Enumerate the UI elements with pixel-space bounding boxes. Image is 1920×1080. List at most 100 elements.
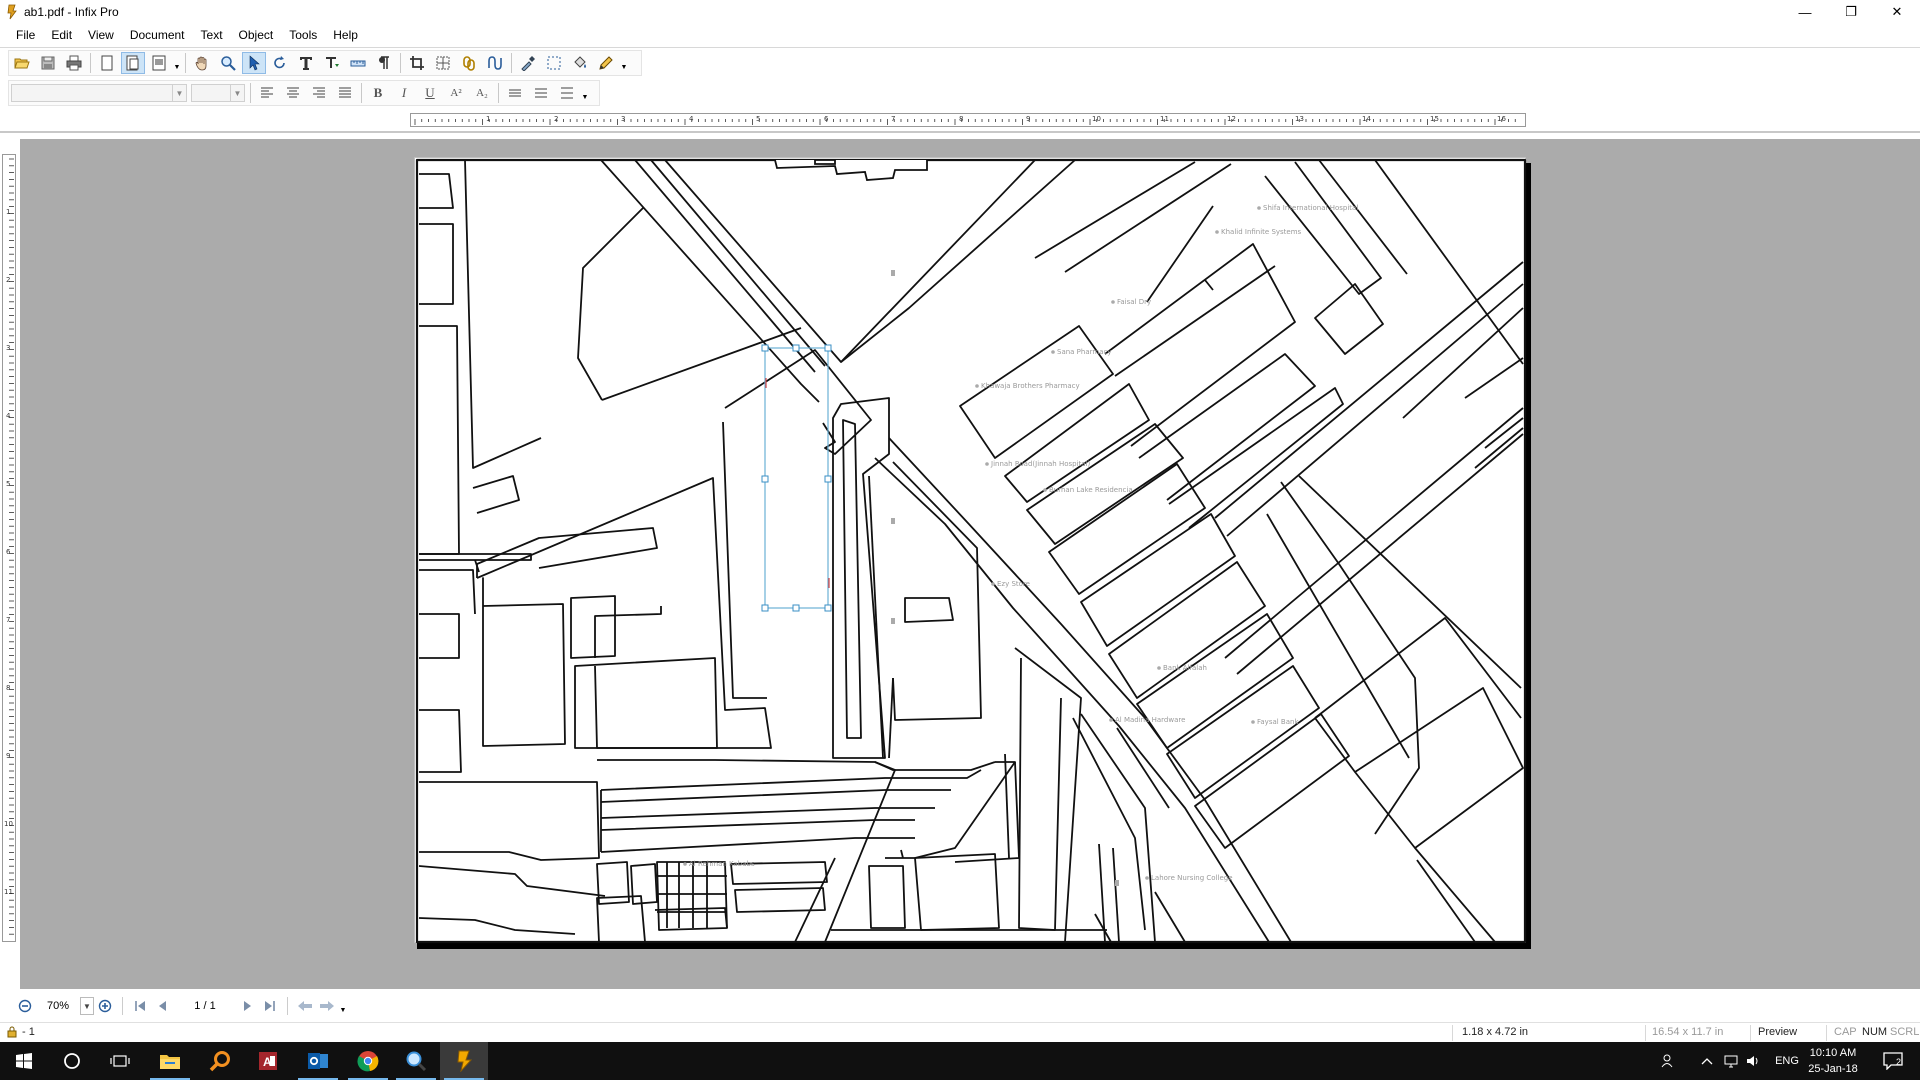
scroll-lock-indicator: SCRL [1890,1026,1920,1038]
menu-text[interactable]: Text [193,24,231,46]
last-page-button[interactable] [259,995,281,1017]
superscript-button[interactable]: A² [444,82,468,104]
map-place-label: Bank Alfalah [1163,664,1207,672]
fill-button[interactable] [568,52,592,74]
menu-bar: File Edit View Document Text Object Tool… [0,24,1920,46]
view-history-dropdown[interactable]: ▼ [338,995,348,1017]
people-icon[interactable] [1656,1054,1682,1068]
menu-object[interactable]: Object [231,24,282,46]
horizontal-ruler: 1 2 3 4 5 6 7 8 9 10 11 12 13 14 15 16 [410,113,1526,127]
measure-button[interactable] [346,52,370,74]
view-mode: Preview [1758,1026,1798,1038]
eyedropper-button[interactable] [516,52,540,74]
search-app[interactable] [196,1042,244,1080]
menu-edit[interactable]: Edit [43,24,80,46]
font-size-select[interactable]: ▼ [191,84,245,102]
zoom-in-button[interactable] [94,995,116,1017]
superscript-icon: A² [450,87,462,99]
bold-button[interactable]: B [366,82,390,104]
network-icon[interactable] [1720,1054,1742,1068]
selection-box [761,344,832,612]
rotate-tool-icon [274,56,285,69]
line-spacing-single-button[interactable] [503,82,527,104]
rotate-tool-button[interactable] [268,52,292,74]
menu-view[interactable]: View [80,24,122,46]
zoom-out-button[interactable] [14,995,36,1017]
status-separator [1826,1025,1827,1041]
paragraph-button[interactable] [372,52,396,74]
cortana-button[interactable] [48,1042,96,1080]
back-view-button[interactable] [294,995,316,1017]
task-view-button[interactable] [96,1042,144,1080]
image-frame-button[interactable] [431,52,455,74]
paragraph-icon [379,56,389,69]
menu-file[interactable]: File [8,24,43,46]
pencil-dropdown[interactable]: ▼ [619,52,629,74]
map-place-label: Burhan Lake Residencia [1049,486,1133,494]
crop-button[interactable] [405,52,429,74]
align-left-button[interactable] [255,82,279,104]
system-clock[interactable]: 10:10 AM 25-Jan-18 [1798,1045,1868,1077]
map-pin-icon [985,462,989,466]
font-name-select[interactable]: ▼ [11,84,187,102]
next-page-button[interactable] [237,995,259,1017]
page-view-dropdown[interactable]: ▼ [172,52,182,74]
facing-pages-button[interactable] [121,52,145,74]
access-icon: A [259,1052,277,1070]
line-spacing-onehalf-button[interactable] [529,82,553,104]
map-pin-icon [1251,720,1255,724]
chrome-app[interactable] [344,1042,392,1080]
show-hidden-icons-icon[interactable] [1694,1057,1720,1065]
zoom-dropdown[interactable]: ▼ [80,997,94,1015]
continuous-pages-button[interactable] [147,52,171,74]
access-app[interactable]: A [244,1042,292,1080]
map-place-label: Al Madina Hardware [1115,716,1185,724]
infix-app[interactable] [440,1042,488,1080]
start-button[interactable] [0,1042,48,1080]
ruler-label: 12 [1227,115,1236,123]
subscript-button[interactable]: A₂ [470,82,494,104]
close-button[interactable]: ✕ [1874,0,1920,24]
hand-tool-button[interactable] [190,52,214,74]
italic-button[interactable]: I [392,82,416,104]
minimize-button[interactable]: — [1782,0,1828,24]
align-center-button[interactable] [281,82,305,104]
previous-page-button[interactable] [151,995,173,1017]
map-pin-icon [1257,206,1261,210]
ruler-label: 4 [689,115,694,123]
pdf-page[interactable]: Shifa International Hospital Khalid Infin… [414,157,1527,944]
zoom-level-input[interactable]: 70% [36,997,80,1015]
menu-help[interactable]: Help [325,24,366,46]
justify-button[interactable] [333,82,357,104]
text-flow-icon [326,57,339,68]
menu-document[interactable]: Document [122,24,193,46]
page-indicator[interactable]: 1 / 1 [173,1000,237,1012]
single-page-button[interactable] [95,52,119,74]
text-tool-button[interactable] [294,52,318,74]
save-button[interactable] [36,52,60,74]
first-page-button[interactable] [129,995,151,1017]
underline-button[interactable]: U [418,82,442,104]
line-spacing-double-button[interactable] [555,82,579,104]
magnifier-app[interactable] [392,1042,440,1080]
action-center-button[interactable]: 2 [1870,1042,1916,1080]
marquee-button[interactable] [542,52,566,74]
path-button[interactable] [483,52,507,74]
select-tool-button[interactable] [242,52,266,74]
print-button[interactable] [62,52,86,74]
open-button[interactable] [10,52,34,74]
forward-view-button[interactable] [316,995,338,1017]
volume-icon[interactable] [1742,1054,1764,1068]
zoom-tool-button[interactable] [216,52,240,74]
file-explorer-app[interactable] [146,1042,194,1080]
ruler-label: 16 [1497,115,1506,123]
pencil-button[interactable] [594,52,618,74]
line-spacing-dropdown[interactable]: ▼ [580,82,590,104]
link-button[interactable] [457,52,481,74]
restore-button[interactable]: ❐ [1828,0,1874,24]
text-flow-button[interactable] [320,52,344,74]
map-pin-icon [1043,488,1047,492]
align-right-button[interactable] [307,82,331,104]
outlook-app[interactable] [294,1042,342,1080]
menu-tools[interactable]: Tools [281,24,325,46]
